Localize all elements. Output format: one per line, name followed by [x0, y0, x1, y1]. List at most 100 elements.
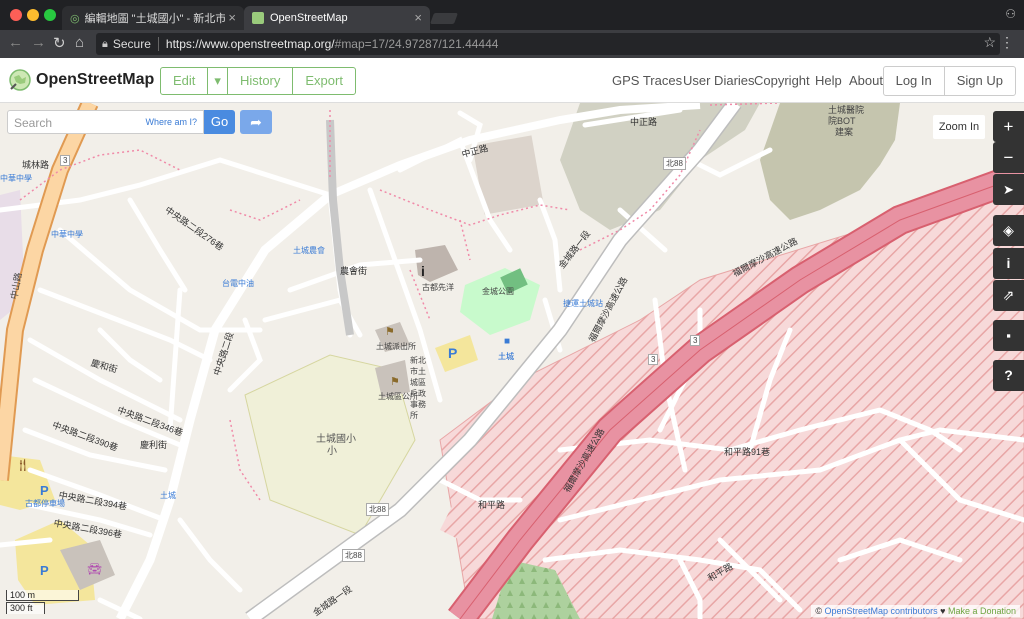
restaurant-icon: 🍴︎: [15, 458, 31, 472]
minimize-window-button[interactable]: [27, 9, 39, 21]
minus-icon: −: [1003, 148, 1014, 167]
zhongzheng-road-label: 中正路: [630, 117, 658, 127]
hospital-label-3: 建案: [835, 127, 854, 137]
heart-icon: ♥: [940, 606, 946, 616]
edit-group: Edit ▾ History Export: [160, 67, 356, 95]
school-label-zhonghua: 中華中學: [51, 230, 83, 239]
reload-icon[interactable]: ↻: [53, 34, 66, 52]
back-icon[interactable]: ←: [8, 34, 23, 51]
edit-dropdown-icon[interactable]: ▾: [208, 68, 228, 94]
maximize-window-button[interactable]: [44, 9, 56, 21]
note-icon: ▪: [1006, 328, 1011, 343]
tucheng-station-label: 捷運土城站: [563, 299, 603, 308]
tab-close-icon[interactable]: ×: [414, 10, 422, 25]
tab-close-icon[interactable]: ×: [228, 10, 236, 25]
donate-link[interactable]: Make a Donation: [948, 606, 1016, 616]
scale-imperial: 300 ft: [6, 602, 45, 614]
heping-road-label: 和平路: [478, 500, 506, 510]
scale-metric: 100 m: [6, 590, 79, 601]
search-go-button[interactable]: Go: [204, 110, 235, 134]
history-button[interactable]: History: [228, 68, 294, 94]
qingli-street-label: 慶利街: [140, 440, 168, 450]
url-path: #map=17/24.97287/121.44444: [334, 37, 499, 51]
nongxun-street-label: 農會街: [340, 266, 368, 276]
parking-icon: P: [448, 345, 458, 361]
nav-copyright[interactable]: Copyright: [754, 73, 810, 88]
tucheng-label-2: 土城: [160, 491, 176, 500]
address-bar[interactable]: 🔒︎ Secure https://www.openstreetmap.org/…: [96, 33, 1000, 55]
auth-group: Log In Sign Up: [882, 66, 1016, 96]
police-label: 土城派出所: [376, 342, 416, 351]
search-placeholder: Search: [14, 116, 53, 130]
map-help-button[interactable]: ?: [993, 360, 1024, 391]
close-window-button[interactable]: [10, 9, 22, 21]
heping-lane-label: 和平路91巷: [724, 447, 771, 457]
map-canvas[interactable]: 土城國小 小 古都先洋 i 土城 福爾摩沙高速公路 福爾摩沙高速公路 福爾摩沙高…: [0, 103, 1024, 619]
map-info-button[interactable]: i: [993, 248, 1024, 279]
info-icon: i: [1006, 255, 1011, 271]
zoom-in-hint: Zoom In: [933, 115, 985, 139]
route-shield-bei88: 北88: [663, 157, 686, 170]
share-icon: ⇗: [1002, 287, 1015, 303]
osm-logo-icon[interactable]: [8, 68, 32, 92]
secure-label: Secure: [112, 37, 151, 51]
nav-gps-traces[interactable]: GPS Traces: [612, 73, 682, 88]
bookmark-star-icon[interactable]: ☆: [983, 34, 996, 51]
nav-user-diaries[interactable]: User Diaries: [683, 73, 755, 88]
school-label-2: 小: [327, 446, 337, 457]
signup-button[interactable]: Sign Up: [945, 67, 1015, 95]
tab-edit-map[interactable]: ◎ 編輯地圖 "土城國小" - 新北市土 ×: [62, 6, 244, 30]
layers-button[interactable]: ◈: [993, 215, 1024, 246]
nav-help[interactable]: Help: [815, 73, 842, 88]
new-tab-button[interactable]: [429, 13, 459, 24]
site-name[interactable]: OpenStreetMap: [36, 71, 154, 89]
browser-titlebar: ◎ 編輯地圖 "土城國小" - 新北市土 × OpenStreetMap × ⚇: [0, 0, 1024, 30]
share-button[interactable]: ⇗: [993, 280, 1024, 311]
browser-menu-icon[interactable]: ⋮: [1000, 34, 1014, 51]
tab-title: 編輯地圖 "土城國小" - 新北市土: [84, 13, 225, 25]
add-note-button[interactable]: ▪: [993, 320, 1024, 351]
parking-label: 古都停車場: [25, 499, 65, 508]
car-icon: 🚘︎: [87, 562, 103, 576]
directions-icon: ➦: [250, 114, 262, 130]
household-office-label: 新北市土城區戶政事務所: [410, 356, 426, 420]
where-am-i-link[interactable]: Where am I?: [145, 117, 197, 127]
route-shield-bei88c: 北88: [342, 549, 365, 562]
chenglin-road-label: 城林路: [22, 160, 50, 170]
tucheng-label: 土城: [498, 352, 514, 361]
parking-icon: P: [40, 563, 49, 578]
search-input[interactable]: Search Where am I?: [7, 110, 204, 134]
zoom-in-button[interactable]: +: [993, 111, 1024, 142]
directions-button[interactable]: ➦: [240, 110, 272, 134]
park-label: 金城公園: [482, 287, 514, 296]
route-shield-3b: 3: [648, 354, 659, 365]
nav-about[interactable]: About: [849, 73, 883, 88]
copyright-symbol: ©: [815, 606, 822, 616]
osm-contributors-link[interactable]: OpenStreetMap contributors: [825, 606, 938, 616]
osm-tab-icon: [252, 12, 264, 24]
help-icon: ?: [1004, 367, 1013, 383]
tab-openstreetmap[interactable]: OpenStreetMap ×: [244, 6, 430, 30]
locate-button[interactable]: ➤: [993, 174, 1024, 205]
forward-icon[interactable]: →: [31, 34, 46, 51]
attribution: © OpenStreetMap contributors ♥ Make a Do…: [811, 605, 1020, 617]
lock-icon: 🔒︎: [102, 37, 108, 50]
osm-header: OpenStreetMap Edit ▾ History Export GPS …: [0, 58, 1024, 103]
login-button[interactable]: Log In: [884, 67, 945, 95]
bus-stop-icon: ■: [504, 336, 511, 347]
trading-post-label: 古都先洋: [422, 283, 454, 292]
route-shield-3c: 3: [690, 335, 701, 346]
zoom-out-button[interactable]: −: [993, 142, 1024, 173]
export-button[interactable]: Export: [293, 68, 355, 94]
route-shield-bei88b: 北88: [366, 503, 389, 516]
url-host: https://www.openstreetmap.org/: [165, 37, 335, 51]
edit-button[interactable]: Edit: [161, 68, 209, 94]
profile-icon[interactable]: ⚇: [1005, 7, 1016, 21]
tab-title: OpenStreetMap: [270, 12, 348, 24]
home-icon[interactable]: ⌂: [75, 34, 84, 51]
osm-tab-icon: ◎: [70, 12, 80, 25]
info-icon[interactable]: i: [421, 263, 425, 279]
route-shield-3: 3: [60, 155, 71, 166]
plus-icon: +: [1003, 117, 1014, 136]
parking-icon: P: [40, 483, 49, 498]
